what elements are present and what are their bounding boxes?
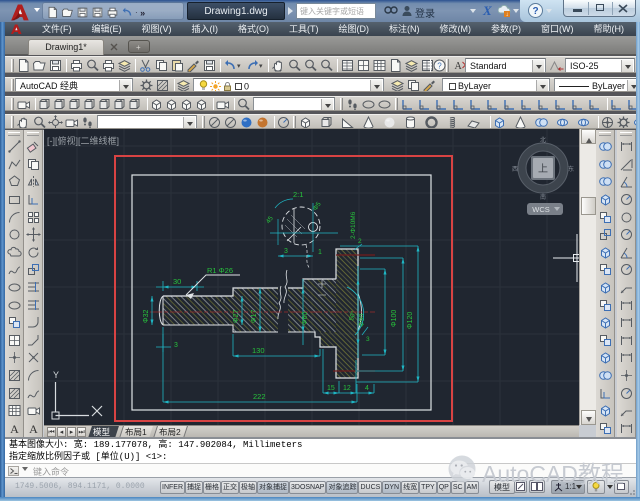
svg-text:A: A [455, 61, 463, 72]
svg-text:4: 4 [365, 385, 369, 392]
svg-text:上: 上 [538, 163, 548, 175]
svg-text:130: 130 [252, 346, 265, 355]
svg-text:A: A [10, 422, 19, 436]
svg-text:3: 3 [366, 336, 370, 343]
svg-text:↓: ↓ [506, 12, 509, 18]
svg-text:Φ100: Φ100 [391, 310, 398, 327]
svg-text:30: 30 [173, 277, 181, 286]
svg-text:Y: Y [53, 370, 59, 380]
svg-text:R1 Φ26: R1 Φ26 [207, 266, 233, 275]
svg-text:Φ27: Φ27 [233, 310, 240, 323]
svg-text:[-][俯视][二维线框]: [-][俯视][二维线框] [47, 135, 119, 146]
svg-text:3: 3 [284, 248, 288, 255]
svg-text:2: 2 [358, 238, 362, 245]
svg-text:1: 1 [318, 249, 322, 256]
svg-text:南: 南 [540, 193, 546, 201]
svg-text:15: 15 [327, 385, 335, 392]
svg-text:西: 西 [512, 166, 518, 173]
svg-text:45: 45 [265, 215, 275, 225]
svg-text:Φ120: Φ120 [407, 312, 414, 329]
svg-text:Φ5: Φ5 [312, 201, 323, 213]
svg-text:2:1: 2:1 [293, 190, 303, 199]
svg-text:Φ90: Φ90 [359, 314, 366, 327]
svg-text:A: A [29, 422, 38, 436]
svg-text:12: 12 [343, 385, 351, 392]
svg-text:?: ? [532, 6, 538, 17]
svg-text:北: 北 [540, 136, 546, 144]
svg-text:WCS: WCS [532, 205, 550, 214]
svg-text:东: 东 [568, 165, 574, 173]
svg-text:Φ32: Φ32 [143, 310, 150, 323]
svg-text:2-Φ10M6: 2-Φ10M6 [350, 211, 357, 239]
svg-text:Φ17: Φ17 [251, 310, 258, 323]
svg-text:Φ60: Φ60 [302, 312, 309, 325]
svg-text:3: 3 [174, 342, 178, 349]
svg-text:?: ? [437, 62, 442, 71]
svg-text:222: 222 [253, 392, 266, 401]
